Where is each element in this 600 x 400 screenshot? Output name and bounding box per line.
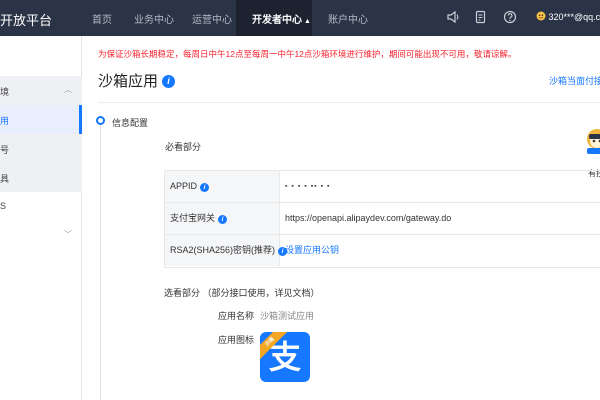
- sidebar-item-label: 用: [0, 116, 10, 126]
- sidebar-item-label: 境: [0, 87, 10, 97]
- sidebar-item-label: 号: [0, 145, 10, 155]
- page-title-text: 沙箱应用: [98, 73, 159, 90]
- info-icon[interactable]: i: [218, 215, 228, 224]
- config-key-label: APPID: [170, 181, 198, 191]
- config-key-label: 支付宝网关: [170, 213, 216, 223]
- document-icon[interactable]: [474, 10, 488, 24]
- sidebar-item-sdk[interactable]: S: [0, 192, 82, 221]
- info-icon[interactable]: i: [162, 75, 176, 88]
- maintenance-notice: 为保证沙箱长期稳定，每周日中午12点至每周一中午12点沙箱环境进行维护，期间可能…: [98, 49, 517, 59]
- config-row-gateway: 支付宝网关 i https://openapi.alipaydev.com/gat…: [165, 203, 600, 235]
- config-key: APPID i: [165, 171, 280, 202]
- chevron-up-icon: ︿: [64, 85, 72, 94]
- nav-developer-center[interactable]: 开发者中心 ▲: [252, 11, 311, 26]
- config-row-rsa2-key: RSA2(SHA256)密钥(推荐) i 设置应用公钥: [165, 235, 600, 267]
- optional-section-title: 选看部分 （部分接口使用，详见文档）: [164, 288, 320, 298]
- config-row-appid: APPID i ▪ ▪ ▪ ▪ ▪▪ ▪ ▪: [165, 171, 600, 203]
- section-title: 信息配置: [112, 118, 149, 128]
- speaker-icon[interactable]: [446, 10, 460, 24]
- avatar-icon: [536, 11, 546, 21]
- alipay-app-icon: 支 沙箱: [260, 332, 310, 382]
- account-email: 320***@qq.co: [548, 12, 600, 22]
- nav-developer-center-label: 开发者中心: [252, 15, 302, 26]
- sidebar-item-sandbox-app[interactable]: 用: [0, 105, 82, 134]
- config-key: RSA2(SHA256)密钥(推荐) i: [165, 235, 288, 266]
- sidebar-item-label: 具: [0, 174, 10, 184]
- gateway-url-value: https://openapi.alipaydev.com/gateway.do: [285, 213, 452, 223]
- config-key: 支付宝网关 i: [165, 203, 280, 234]
- sandbox-face-pay-link[interactable]: 沙箱当面付接: [549, 74, 600, 87]
- nav-operations-center[interactable]: 运营中心: [192, 11, 232, 26]
- config-table: APPID i ▪ ▪ ▪ ▪ ▪▪ ▪ ▪ 支付宝网关 i https://ope…: [164, 170, 600, 268]
- sidebar: 境 ︿ 用 号 具 S ﹀: [0, 36, 82, 400]
- sidebar-group-sandbox[interactable]: 境 ︿: [0, 76, 82, 105]
- chevron-down-icon: ﹀: [64, 230, 72, 239]
- appid-value: ▪ ▪ ▪ ▪ ▪▪ ▪ ▪: [285, 183, 331, 190]
- main-panel: 为保证沙箱长期稳定，每周日中午12点至每周一中午12点沙箱环境进行维护，期间可能…: [82, 36, 600, 400]
- timeline-dot-icon: [96, 116, 105, 125]
- sidebar-group-collapsed[interactable]: ﹀: [0, 221, 82, 250]
- set-public-key-link[interactable]: 设置应用公钥: [285, 235, 339, 266]
- platform-brand[interactable]: 开放平台: [0, 10, 52, 29]
- nav-account-center[interactable]: 账户中心: [328, 11, 368, 26]
- nav-home[interactable]: 首页: [92, 11, 112, 26]
- account-menu[interactable]: 320***@qq.co: [536, 11, 600, 22]
- page-title: 沙箱应用 i: [98, 70, 176, 91]
- sidebar-item-sandbox-tools[interactable]: 具: [0, 163, 82, 192]
- nav-business-center[interactable]: 业务中心: [134, 11, 174, 26]
- info-icon[interactable]: i: [200, 183, 210, 192]
- config-key-label: RSA2(SHA256)密钥(推荐): [170, 245, 276, 255]
- sidebar-item-label: S: [0, 201, 7, 211]
- timeline-line: [100, 125, 101, 400]
- help-icon[interactable]: [503, 10, 517, 24]
- app-icon-label: 应用图标: [218, 335, 255, 345]
- top-navigation-bar: 开放平台 首页 业务中心 运营中心 开发者中心 ▲ 账户中心 320***@qq.…: [0, 0, 600, 36]
- app-name-label: 应用名称: [218, 311, 255, 321]
- app-name-value: 沙箱测试应用: [260, 311, 315, 321]
- sidebar-item-sandbox-account[interactable]: 号: [0, 134, 82, 163]
- caret-up-icon: ▲: [304, 18, 311, 25]
- mascot-icon[interactable]: [585, 128, 600, 154]
- divider: [98, 102, 600, 103]
- required-section-title: 必看部分: [165, 142, 202, 152]
